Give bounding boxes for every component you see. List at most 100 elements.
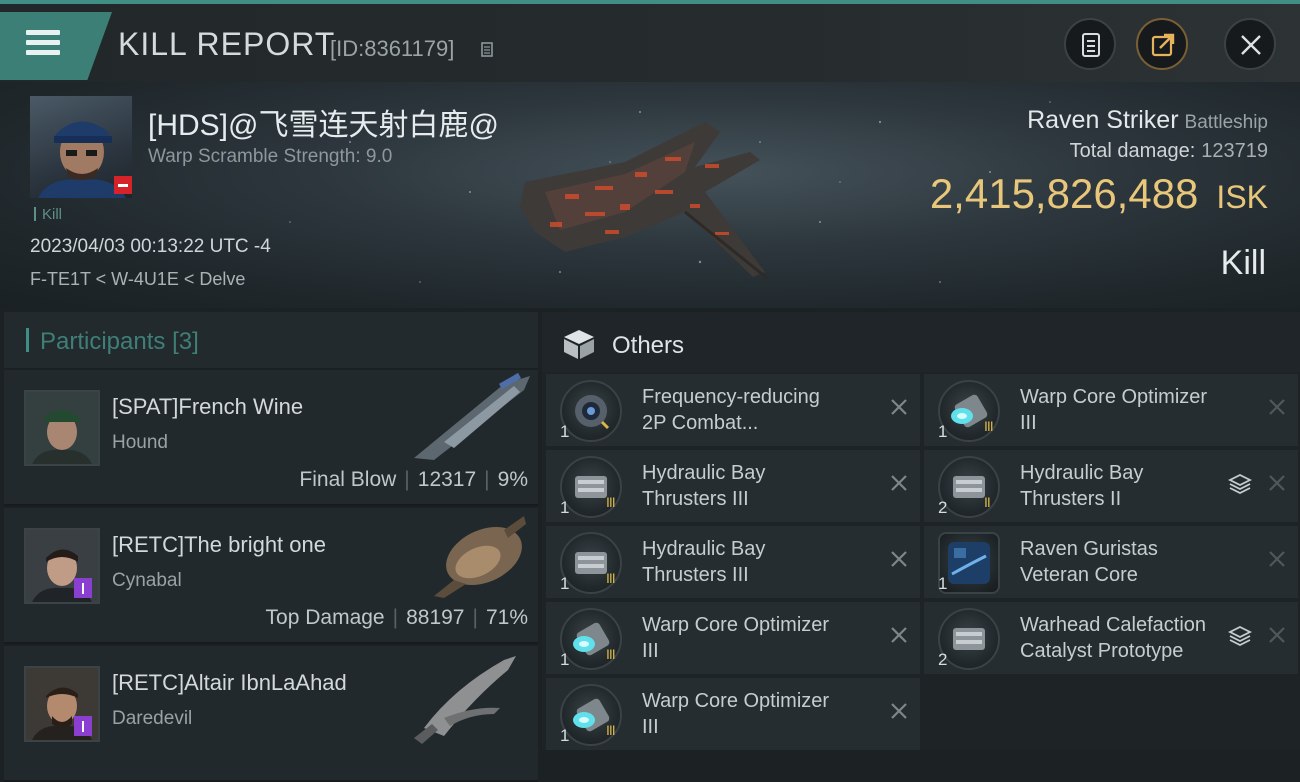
cargo-box-icon <box>564 330 594 359</box>
close-icon <box>1241 35 1261 55</box>
item-warp-core-optimizer[interactable]: 1 III Warp Core Optimizer III <box>546 602 920 674</box>
item-frequency-reducing[interactable]: 1 Frequency-reducing 2P Combat... <box>546 374 920 446</box>
remove-icon[interactable] <box>1268 474 1286 492</box>
others-title: Others <box>612 332 685 359</box>
victim-name[interactable]: [HDS]@飞雪连天射白鹿@ <box>148 100 499 144</box>
meta-level-badge: III <box>606 494 616 510</box>
participant-ship: Cynabal <box>112 570 182 591</box>
participant-name[interactable]: [RETC]Altair IbnLaAhad <box>112 670 347 696</box>
item-hydraulic-bay-thrusters[interactable]: 1 III Hydraulic Bay Thrusters III <box>546 526 920 598</box>
item-name-line1: Warp Core Optimizer <box>1020 386 1208 408</box>
meta-level-badge: III <box>984 418 994 434</box>
item-name: Frequency-reducing 2P Combat... <box>642 384 882 436</box>
item-warp-core-optimizer[interactable]: 1 III Warp Core Optimizer III <box>924 374 1298 446</box>
hamburger-icon <box>26 30 60 35</box>
remove-icon[interactable] <box>890 550 908 568</box>
kill-result: Kill <box>1220 244 1266 282</box>
remove-icon[interactable] <box>890 626 908 644</box>
item-quantity: 1 <box>560 422 570 441</box>
item-name-line1: Hydraulic Bay <box>642 538 766 560</box>
ship-class: Battleship <box>1184 112 1268 133</box>
avatar[interactable] <box>24 390 100 466</box>
remove-icon[interactable] <box>890 474 908 492</box>
item-name-line2: Thrusters II <box>1020 488 1122 510</box>
item-quantity: 1 <box>560 574 570 593</box>
item-name-line1: Warhead Calefaction <box>1020 614 1207 636</box>
item-name-line2: III <box>642 640 659 662</box>
victim-ship-name[interactable]: Raven Striker Battleship <box>1027 106 1268 135</box>
remove-icon[interactable] <box>1268 626 1286 644</box>
others-header: Others <box>542 312 1300 372</box>
participant-name[interactable]: [SPAT]French Wine <box>112 394 303 420</box>
notes-button[interactable] <box>1064 18 1116 70</box>
hostile-status-badge <box>114 176 132 194</box>
item-name-line2: Catalyst Prototype <box>1020 640 1184 662</box>
item-name-line1: Warp Core Optimizer <box>642 690 830 712</box>
participant-card[interactable]: [RETC]Altair IbnLaAhad Daredevil <box>4 646 538 782</box>
ship-name-text: Raven Striker <box>1027 106 1179 134</box>
warp-scramble-strength: Warp Scramble Strength: 9.0 <box>148 146 393 167</box>
item-name-line2: Thrusters III <box>642 564 749 586</box>
victim-ship-image <box>520 122 768 280</box>
participant-percent: 71% <box>485 606 528 629</box>
others-panel: Others 1 Frequency-reducing 2P Combat... … <box>542 312 1300 750</box>
kill-tag: Kill <box>34 206 62 223</box>
item-name: Warp Core Optimizer III <box>642 688 882 740</box>
remove-icon[interactable] <box>1268 550 1286 568</box>
remove-icon[interactable] <box>1268 398 1286 416</box>
item-name: Hydraulic Bay Thrusters III <box>642 536 882 588</box>
participants-count: [3] <box>172 328 199 355</box>
stack-layers-icon <box>1228 473 1252 495</box>
item-name: Warp Core Optimizer III <box>642 612 882 664</box>
item-raven-guristas-veteran-core[interactable]: 1 Raven Guristas Veteran Core <box>924 526 1298 598</box>
participant-card[interactable]: [SPAT]French Wine Hound Final Blow | 12317… <box>4 370 538 506</box>
participant-ship-image <box>414 372 530 460</box>
participant-ship-image <box>414 656 516 744</box>
corp-role-badge <box>74 578 92 598</box>
victim-banner: [HDS]@飞雪连天射白鹿@ Warp Scramble Strength: 9… <box>0 82 1300 308</box>
corp-role-badge <box>74 716 92 736</box>
meta-level-badge: III <box>606 722 616 738</box>
participant-name[interactable]: [RETC]The bright one <box>112 532 326 558</box>
item-name-line1: Hydraulic Bay <box>642 462 766 484</box>
meta-level-badge: II <box>984 494 991 510</box>
kill-location[interactable]: F-TE1T < W-4U1E < Delve <box>30 269 245 290</box>
share-icon <box>1151 33 1175 57</box>
item-name-line1: Warp Core Optimizer <box>642 614 830 636</box>
participant-ship: Daredevil <box>112 708 193 729</box>
share-button[interactable] <box>1136 18 1188 70</box>
item-name-line2: III <box>642 716 659 738</box>
participant-card[interactable]: [RETC]The bright one Cynabal Top Damage |… <box>4 508 538 644</box>
item-name-line2: Thrusters III <box>642 488 749 510</box>
remove-icon[interactable] <box>890 398 908 416</box>
copy-icon[interactable] <box>481 40 495 57</box>
document-icon <box>1082 33 1100 57</box>
remove-icon[interactable] <box>890 702 908 720</box>
participant-stats: Top Damage | 88197 | 71% <box>265 606 528 629</box>
total-damage-value: 123719 <box>1201 140 1268 162</box>
item-name-line1: Raven Guristas <box>1020 538 1158 560</box>
item-quantity: 2 <box>938 650 948 669</box>
participant-ship-image <box>434 516 526 598</box>
item-name-line2: Veteran Core <box>1020 564 1138 586</box>
kill-timestamp: 2023/04/03 00:13:22 UTC -4 <box>30 236 271 257</box>
isk-amount: 2,415,826,488 <box>929 170 1199 217</box>
menu-button[interactable] <box>0 12 112 80</box>
item-quantity: 2 <box>938 498 948 517</box>
item-hydraulic-bay-thrusters[interactable]: 2 II Hydraulic Bay Thrusters II <box>924 450 1298 522</box>
meta-level-badge: III <box>606 646 616 662</box>
item-warhead-calefaction-catalyst[interactable]: 2 Warhead Calefaction Catalyst Prototype <box>924 602 1298 674</box>
total-damage: Total damage: 123719 <box>1070 140 1268 163</box>
total-damage-label: Total damage: <box>1069 140 1196 162</box>
item-quantity: 1 <box>560 650 570 669</box>
item-warp-core-optimizer[interactable]: 1 III Warp Core Optimizer III <box>546 678 920 750</box>
item-hydraulic-bay-thrusters[interactable]: 1 III Hydraulic Bay Thrusters III <box>546 450 920 522</box>
report-id: [ID:8361179] <box>330 36 455 61</box>
item-name-line2: 2P Combat... <box>642 412 759 434</box>
item-quantity: 1 <box>938 574 948 593</box>
participant-damage: 12317 <box>417 468 477 491</box>
participant-role: Final Blow <box>299 468 397 491</box>
isk-value: 2,415,826,488 ISK <box>930 170 1268 218</box>
core-module-graphic <box>948 542 990 584</box>
close-button[interactable] <box>1224 18 1276 70</box>
